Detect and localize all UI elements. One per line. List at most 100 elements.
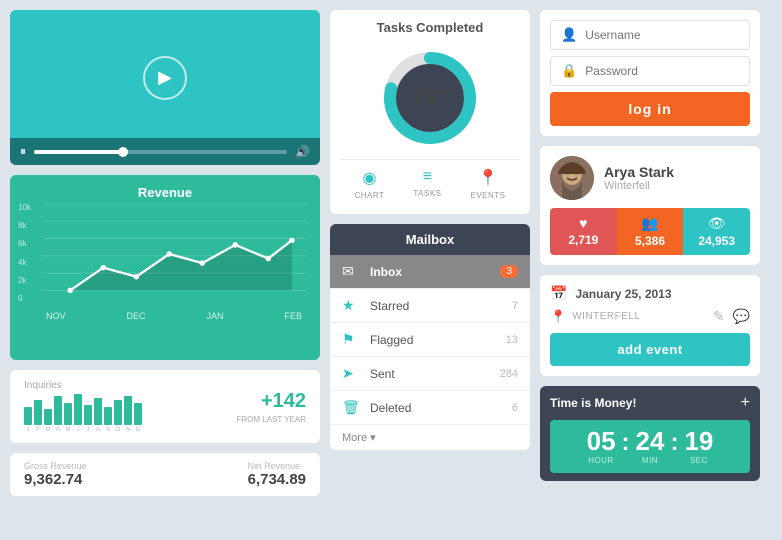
pause-button[interactable]: ⏸ bbox=[20, 144, 26, 159]
chart-label-jan: JAN bbox=[206, 311, 223, 321]
revenue-numbers-card: Gross Revenue 9,362.74 Net Revenue 6,734… bbox=[10, 453, 320, 496]
add-event-button[interactable]: add event bbox=[550, 333, 750, 366]
gross-revenue-label: Gross Revenue bbox=[24, 461, 87, 471]
chart-icon: ◉ bbox=[362, 168, 376, 188]
flagged-count: 13 bbox=[506, 334, 518, 346]
countdown-card: Time is Money! + 05 HOUR : 24 MIN : 19 S… bbox=[540, 386, 760, 481]
mail-deleted[interactable]: 🗑 Deleted 6 bbox=[330, 391, 530, 425]
hour-block: 05 HOUR bbox=[587, 428, 616, 465]
bar-item bbox=[94, 398, 102, 425]
sent-count: 284 bbox=[500, 368, 518, 380]
stat-hearts[interactable]: ♥ 2,719 bbox=[550, 208, 617, 255]
chart-label-dec: DEC bbox=[126, 311, 145, 321]
username-field[interactable]: 👤 bbox=[550, 20, 750, 50]
right-column: 👤 🔒 log in bbox=[540, 10, 760, 496]
bar-item bbox=[64, 403, 72, 426]
avatar bbox=[550, 156, 594, 200]
starred-label: Starred bbox=[370, 299, 512, 313]
mail-starred[interactable]: ★ Starred 7 bbox=[330, 289, 530, 323]
location-text: WINTERFELL bbox=[572, 311, 640, 322]
y-label-0k: 0 bbox=[18, 294, 31, 303]
login-card: 👤 🔒 log in bbox=[540, 10, 760, 136]
play-button[interactable]: ▶ bbox=[143, 56, 187, 100]
y-label-4k: 4k bbox=[18, 258, 31, 267]
bar-item bbox=[124, 396, 132, 425]
colon-1: : bbox=[622, 429, 630, 457]
sec-value: 19 bbox=[684, 428, 713, 454]
task-events-icon[interactable]: 📍 EVENTS bbox=[470, 168, 505, 200]
net-revenue-item: Net Revenue 6,734.89 bbox=[248, 461, 306, 488]
bar-item bbox=[54, 396, 62, 425]
inbox-badge: 3 bbox=[500, 265, 518, 278]
video-controls: ⏸ 🔊 bbox=[10, 138, 320, 165]
mail-sent[interactable]: ➤ Sent 284 bbox=[330, 357, 530, 391]
task-chart-icon[interactable]: ◉ CHART bbox=[354, 168, 384, 200]
mail-inbox[interactable]: ✉ Inbox 3 bbox=[330, 255, 530, 289]
views-icon: 👁 bbox=[708, 215, 726, 232]
mail-flagged[interactable]: ⚑ Flagged 13 bbox=[330, 323, 530, 357]
bar-x-label: F bbox=[34, 427, 42, 433]
deleted-label: Deleted bbox=[370, 401, 512, 415]
hearts-icon: ♥ bbox=[579, 215, 587, 231]
min-value: 24 bbox=[636, 428, 665, 454]
mail-more[interactable]: More ▾ bbox=[330, 425, 530, 450]
avatar-svg bbox=[550, 156, 594, 200]
lock-icon: 🔒 bbox=[561, 63, 577, 79]
followers-icon: 👥 bbox=[641, 215, 658, 232]
profile-subtitle: Winterfell bbox=[604, 180, 674, 192]
inquiries-card: Inquiries JFMAMJJASOND +142 FROM LAST YE… bbox=[10, 370, 320, 443]
profile-card: Arya Stark Winterfell ♥ 2,719 👥 5,386 👁 … bbox=[540, 146, 760, 265]
bar-item bbox=[44, 409, 52, 425]
starred-icon: ★ bbox=[342, 297, 362, 314]
views-value: 24,953 bbox=[698, 234, 735, 248]
profile-text: Arya Stark Winterfell bbox=[604, 164, 674, 192]
y-label-10k: 10k bbox=[18, 203, 31, 212]
countdown-add-icon[interactable]: + bbox=[741, 394, 750, 412]
hour-value: 05 bbox=[587, 428, 616, 454]
video-card: ▶ ⏸ 🔊 bbox=[10, 10, 320, 165]
hour-label: HOUR bbox=[588, 456, 614, 465]
chat-icon[interactable]: 💬 bbox=[733, 308, 750, 325]
starred-count: 7 bbox=[512, 300, 518, 312]
task-tasks-icon[interactable]: ≡ TASKS bbox=[413, 168, 441, 200]
gross-revenue-item: Gross Revenue 9,362.74 bbox=[24, 461, 87, 488]
revenue-card: Revenue 0 2k 4k 6k 8k 10k bbox=[10, 175, 320, 360]
countdown-header: Time is Money! + bbox=[550, 394, 750, 412]
tasks-label: TASKS bbox=[413, 189, 441, 198]
net-revenue-value: 6,734.89 bbox=[248, 471, 306, 488]
bar-x-label: O bbox=[114, 427, 122, 433]
tasks-icon: ≡ bbox=[423, 168, 432, 186]
progress-fill bbox=[34, 150, 123, 154]
net-revenue-label: Net Revenue bbox=[248, 461, 306, 471]
mailbox-header: Mailbox bbox=[330, 224, 530, 255]
sent-icon: ➤ bbox=[342, 365, 362, 382]
hearts-value: 2,719 bbox=[568, 233, 598, 247]
event-actions: ✎ 💬 bbox=[713, 308, 750, 325]
login-button[interactable]: log in bbox=[550, 92, 750, 126]
bar-item bbox=[134, 403, 142, 426]
y-axis-labels: 0 2k 4k 6k 8k 10k bbox=[18, 203, 31, 303]
events-label: EVENTS bbox=[470, 191, 505, 200]
progress-bar[interactable] bbox=[34, 150, 287, 154]
bar-item bbox=[74, 394, 82, 426]
volume-icon[interactable]: 🔊 bbox=[295, 145, 310, 159]
stat-views[interactable]: 👁 24,953 bbox=[683, 208, 750, 255]
password-input[interactable] bbox=[585, 64, 739, 78]
edit-icon[interactable]: ✎ bbox=[713, 308, 725, 325]
bar-item bbox=[34, 400, 42, 425]
y-label-6k: 6k bbox=[18, 239, 31, 248]
revenue-chart-svg bbox=[42, 204, 306, 304]
username-input[interactable] bbox=[585, 28, 739, 42]
bar-x-label: A bbox=[94, 427, 102, 433]
revenue-title: Revenue bbox=[24, 185, 306, 200]
delta-section: +142 FROM LAST YEAR bbox=[237, 390, 307, 424]
min-label: MIN bbox=[642, 456, 658, 465]
password-field[interactable]: 🔒 bbox=[550, 56, 750, 86]
bar-x-label: J bbox=[84, 427, 92, 433]
stat-followers[interactable]: 👥 5,386 bbox=[617, 208, 684, 255]
countdown-title: Time is Money! bbox=[550, 396, 636, 410]
flagged-label: Flagged bbox=[370, 333, 506, 347]
sec-label: SEC bbox=[690, 456, 708, 465]
profile-info: Arya Stark Winterfell bbox=[550, 156, 750, 200]
middle-column: Tasks Completed 79% ◉ CHART ≡ TAS bbox=[330, 10, 530, 496]
